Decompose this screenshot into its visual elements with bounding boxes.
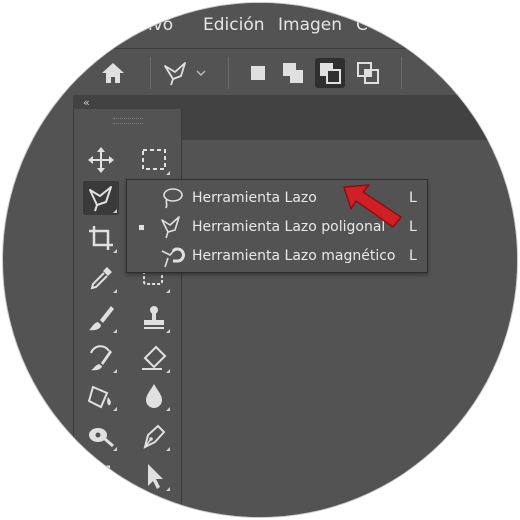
path-selection-tool[interactable] bbox=[136, 459, 172, 493]
more-tools-indicator bbox=[113, 249, 117, 253]
brush-tool[interactable] bbox=[83, 301, 119, 335]
eyedropper-tool[interactable] bbox=[83, 261, 119, 295]
eraser-tool[interactable] bbox=[136, 341, 172, 375]
chevron-down-icon bbox=[196, 70, 206, 76]
lasso-icon bbox=[163, 188, 183, 209]
collapse-panel-button[interactable]: ‹‹ bbox=[83, 96, 90, 109]
flyout-item-label: Herramienta Lazo bbox=[192, 190, 317, 206]
paint-bucket-tool[interactable] bbox=[83, 379, 119, 413]
lasso-tool[interactable] bbox=[83, 181, 119, 215]
more-tools-indicator bbox=[166, 487, 170, 491]
pen-tool[interactable] bbox=[136, 419, 172, 453]
history-brush-tool[interactable] bbox=[83, 341, 119, 375]
pointer-arrow-annotation bbox=[343, 184, 402, 228]
tool-preset-picker[interactable] bbox=[161, 58, 211, 88]
document-tab-strip bbox=[180, 95, 517, 141]
move-tool[interactable] bbox=[83, 143, 119, 177]
menu-bar: ivo Edición Imagen C bbox=[3, 3, 517, 48]
new-selection-icon bbox=[251, 66, 265, 80]
more-tools-indicator bbox=[113, 209, 117, 213]
subtract-from-selection-icon bbox=[320, 63, 341, 84]
add-to-selection-button[interactable] bbox=[278, 58, 308, 88]
more-tools-indicator bbox=[166, 369, 170, 373]
new-selection-button[interactable] bbox=[243, 58, 273, 88]
magnetic-lasso-icon bbox=[161, 247, 185, 268]
photoshop-window: ivo Edición Imagen C ‹‹ Herramienta Lazo… bbox=[3, 3, 517, 517]
selected-indicator bbox=[139, 225, 144, 230]
home-button[interactable] bbox=[98, 58, 128, 88]
more-tools-indicator bbox=[166, 447, 170, 451]
add-to-selection-icon bbox=[283, 63, 303, 83]
flyout-item-magnetic-lasso[interactable]: Herramienta Lazo magnético L bbox=[127, 242, 427, 270]
more-tools-indicator bbox=[113, 487, 117, 491]
shortcut-key: L bbox=[409, 190, 417, 206]
more-tools-indicator bbox=[113, 407, 117, 411]
menu-item-edit[interactable]: Edición bbox=[203, 15, 265, 35]
clone-stamp-tool[interactable] bbox=[136, 301, 172, 335]
move-icon bbox=[88, 147, 114, 173]
options-separator bbox=[228, 57, 229, 89]
intersect-selection-icon bbox=[357, 62, 379, 84]
more-tools-indicator bbox=[113, 329, 117, 333]
shortcut-key: L bbox=[409, 219, 417, 235]
shortcut-key: L bbox=[409, 248, 417, 264]
more-tools-indicator bbox=[166, 171, 170, 175]
more-tools-indicator bbox=[113, 289, 117, 293]
more-tools-indicator bbox=[166, 329, 170, 333]
more-tools-indicator bbox=[166, 407, 170, 411]
options-bar bbox=[3, 48, 517, 96]
intersect-selection-button[interactable] bbox=[353, 58, 383, 88]
crop-tool[interactable] bbox=[83, 221, 119, 255]
subtract-from-selection-button[interactable] bbox=[315, 58, 345, 88]
options-separator bbox=[401, 57, 402, 89]
blur-tool[interactable] bbox=[136, 379, 172, 413]
toolbar-header bbox=[73, 95, 180, 109]
panel-grip[interactable] bbox=[113, 118, 143, 124]
options-separator bbox=[150, 57, 151, 89]
more-tools-indicator bbox=[113, 447, 117, 451]
rectangular-marquee-tool[interactable] bbox=[136, 143, 172, 177]
polygonal-lasso-icon bbox=[164, 62, 206, 86]
dodge-tool[interactable] bbox=[83, 419, 119, 453]
more-tools-indicator bbox=[113, 369, 117, 373]
menu-item-file[interactable]: ivo bbox=[148, 15, 173, 35]
menu-item-layer[interactable]: C bbox=[356, 15, 368, 35]
type-tool[interactable] bbox=[83, 459, 119, 493]
flyout-item-label: Herramienta Lazo magnético bbox=[192, 248, 396, 264]
more-tools-indicator bbox=[166, 289, 170, 293]
menu-item-image[interactable]: Imagen bbox=[278, 15, 342, 35]
polygonal-lasso-icon bbox=[161, 216, 180, 239]
home-icon bbox=[102, 63, 124, 83]
